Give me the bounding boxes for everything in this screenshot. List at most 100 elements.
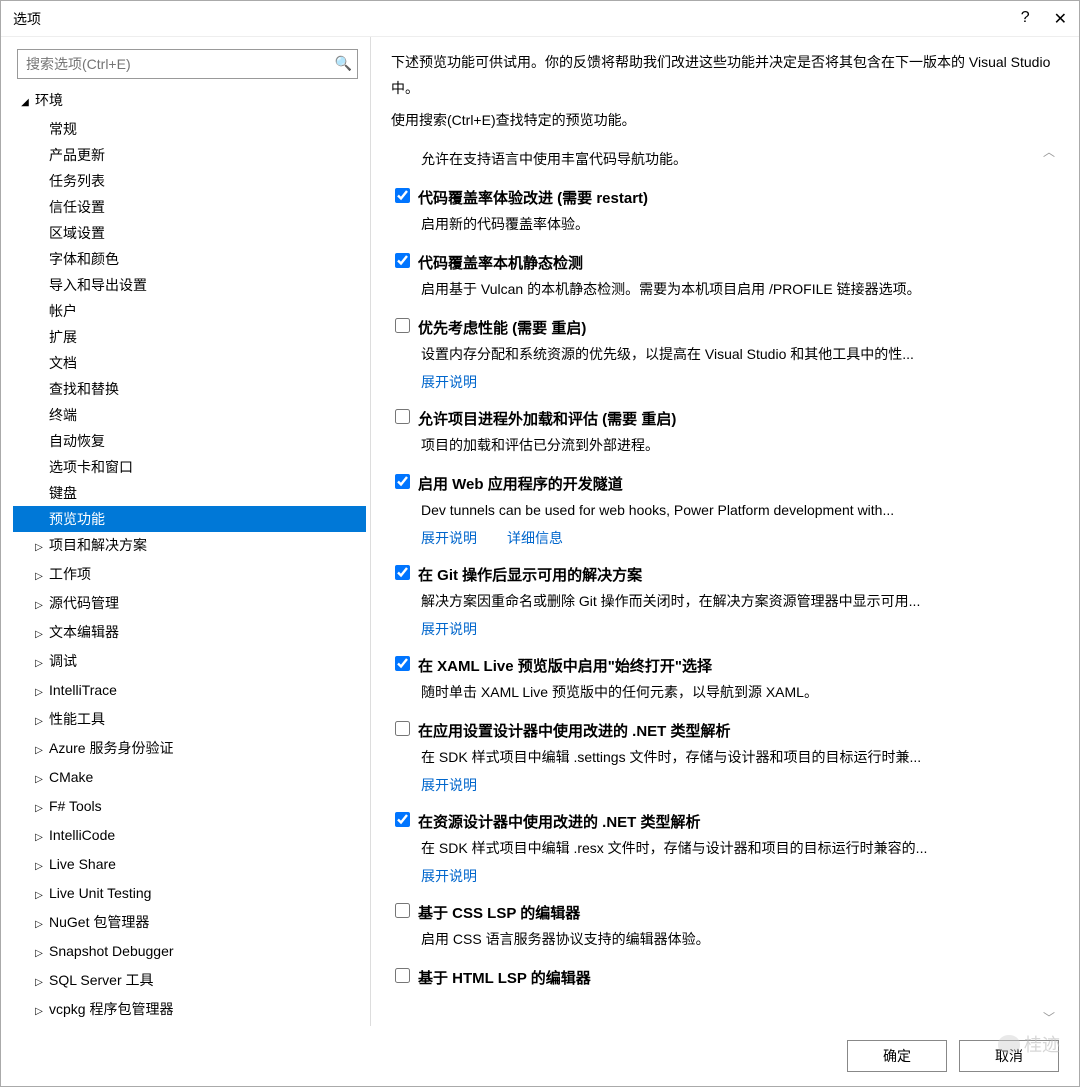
- tree-item-扩展[interactable]: 扩展: [13, 324, 366, 350]
- option-checkbox[interactable]: [395, 253, 410, 268]
- tree-item-CMake[interactable]: ▷CMake: [13, 764, 366, 793]
- close-icon[interactable]: ✕: [1054, 9, 1067, 29]
- option-checkbox[interactable]: [395, 656, 410, 671]
- option-item: 代码覆盖率本机静态检测启用基于 Vulcan 的本机静态检测。需要为本机项目启用…: [391, 250, 1049, 301]
- details-link[interactable]: 详细信息: [507, 530, 563, 546]
- option-title: 在 XAML Live 预览版中启用"始终打开"选择: [418, 655, 712, 676]
- option-title: 优先考虑性能 (需要 重启): [418, 317, 586, 338]
- tree-item-IntelliTrace[interactable]: ▷IntelliTrace: [13, 677, 366, 706]
- tree-item-Snapshot Debugger[interactable]: ▷Snapshot Debugger: [13, 938, 366, 967]
- option-description: 在 SDK 样式项目中编辑 .resx 文件时，存储与设计器和项目的目标运行时兼…: [395, 836, 1049, 860]
- option-item: 代码覆盖率体验改进 (需要 restart) 启用新的代码覆盖率体验。: [391, 185, 1049, 236]
- option-title: 代码覆盖率本机静态检测: [418, 252, 583, 273]
- expand-link[interactable]: 展开说明: [421, 374, 477, 390]
- expand-link[interactable]: 展开说明: [421, 868, 477, 884]
- option-description: 解决方案因重命名或删除 Git 操作而关闭时，在解决方案资源管理器中显示可用..…: [395, 589, 1049, 613]
- options-list[interactable]: 允许在支持语言中使用丰富代码导航功能。代码覆盖率体验改进 (需要 restart…: [391, 143, 1059, 1026]
- tree-item-调试[interactable]: ▷调试: [13, 648, 366, 677]
- tree-item-NuGet 包管理器[interactable]: ▷NuGet 包管理器: [13, 909, 366, 938]
- option-title: 代码覆盖率体验改进 (需要 restart): [418, 187, 648, 208]
- tree-item-Live Unit Testing[interactable]: ▷Live Unit Testing: [13, 880, 366, 909]
- option-description: 项目的加载和评估已分流到外部进程。: [395, 433, 1049, 457]
- option-checkbox[interactable]: [395, 721, 410, 736]
- tree-item-产品更新[interactable]: 产品更新: [13, 142, 366, 168]
- option-description: 随时单击 XAML Live 预览版中的任何元素，以导航到源 XAML。: [395, 680, 1049, 704]
- expand-link[interactable]: 展开说明: [421, 621, 477, 637]
- titlebar: 选项 ? ✕: [1, 1, 1079, 37]
- option-item: 基于 CSS LSP 的编辑器启用 CSS 语言服务器协议支持的编辑器体验。: [391, 900, 1049, 951]
- search-input[interactable]: [17, 49, 358, 79]
- intro-subtext: 使用搜索(Ctrl+E)查找特定的预览功能。: [391, 107, 1059, 133]
- expand-link[interactable]: 展开说明: [421, 777, 477, 793]
- button-bar: 确定 取消: [1, 1026, 1079, 1086]
- option-checkbox[interactable]: [395, 318, 410, 333]
- scroll-down-icon[interactable]: ﹀: [1043, 1009, 1055, 1026]
- tree-root-环境[interactable]: ◢环境: [13, 87, 366, 116]
- tree-item-任务列表[interactable]: 任务列表: [13, 168, 366, 194]
- scroll-up-icon[interactable]: ︿: [1043, 143, 1055, 160]
- tree-item-查找和替换[interactable]: 查找和替换: [13, 376, 366, 402]
- tree-item-信任设置[interactable]: 信任设置: [13, 194, 366, 220]
- option-item: 允许项目进程外加载和评估 (需要 重启) 项目的加载和评估已分流到外部进程。: [391, 406, 1049, 457]
- option-item: 在 XAML Live 预览版中启用"始终打开"选择随时单击 XAML Live…: [391, 653, 1049, 704]
- tree-item-终端[interactable]: 终端: [13, 402, 366, 428]
- tree-item-常规[interactable]: 常规: [13, 116, 366, 142]
- cancel-button[interactable]: 取消: [959, 1040, 1059, 1072]
- option-description: 启用 CSS 语言服务器协议支持的编辑器体验。: [395, 927, 1049, 951]
- tree-item-预览功能[interactable]: 预览功能: [13, 506, 366, 532]
- tree-item-Live Share[interactable]: ▷Live Share: [13, 851, 366, 880]
- intro-text: 下述预览功能可供试用。你的反馈将帮助我们改进这些功能并决定是否将其包含在下一版本…: [391, 49, 1059, 101]
- option-title: 基于 CSS LSP 的编辑器: [418, 902, 580, 923]
- tree-item-项目和解决方案[interactable]: ▷项目和解决方案: [13, 532, 366, 561]
- option-description: 在 SDK 样式项目中编辑 .settings 文件时，存储与设计器和项目的目标…: [395, 745, 1049, 769]
- sidebar: 🔍 ◢环境常规产品更新任务列表信任设置区域设置字体和颜色导入和导出设置帐户扩展文…: [1, 37, 371, 1026]
- option-description: 设置内存分配和系统资源的优先级，以提高在 Visual Studio 和其他工具…: [395, 342, 1049, 366]
- tree-item-字体和颜色[interactable]: 字体和颜色: [13, 246, 366, 272]
- option-title: 在 Git 操作后显示可用的解决方案: [418, 564, 642, 585]
- tree-item-工作项[interactable]: ▷工作项: [13, 561, 366, 590]
- option-title: 启用 Web 应用程序的开发隧道: [418, 473, 623, 494]
- option-checkbox[interactable]: [395, 968, 410, 983]
- expand-link[interactable]: 展开说明: [421, 530, 477, 546]
- option-title: 允许项目进程外加载和评估 (需要 重启): [418, 408, 676, 429]
- help-icon[interactable]: ?: [1021, 9, 1030, 29]
- option-checkbox[interactable]: [395, 409, 410, 424]
- option-item: 在 Git 操作后显示可用的解决方案解决方案因重命名或删除 Git 操作而关闭时…: [391, 562, 1049, 639]
- tree-view[interactable]: ◢环境常规产品更新任务列表信任设置区域设置字体和颜色导入和导出设置帐户扩展文档查…: [13, 87, 370, 1018]
- option-title: 基于 HTML LSP 的编辑器: [418, 967, 591, 988]
- tree-item-文档[interactable]: 文档: [13, 350, 366, 376]
- tree-item-帐户[interactable]: 帐户: [13, 298, 366, 324]
- ok-button[interactable]: 确定: [847, 1040, 947, 1072]
- window-title: 选项: [13, 9, 1021, 29]
- option-description: 允许在支持语言中使用丰富代码导航功能。: [395, 147, 1049, 171]
- tree-item-自动恢复[interactable]: 自动恢复: [13, 428, 366, 454]
- tree-item-区域设置[interactable]: 区域设置: [13, 220, 366, 246]
- tree-item-源代码管理[interactable]: ▷源代码管理: [13, 590, 366, 619]
- tree-item-文本编辑器[interactable]: ▷文本编辑器: [13, 619, 366, 648]
- option-description: 启用新的代码覆盖率体验。: [395, 212, 1049, 236]
- tree-item-SQL Server 工具[interactable]: ▷SQL Server 工具: [13, 967, 366, 996]
- option-description: Dev tunnels can be used for web hooks, P…: [395, 498, 1049, 522]
- tree-item-键盘[interactable]: 键盘: [13, 480, 366, 506]
- option-item: 基于 HTML LSP 的编辑器: [391, 965, 1049, 988]
- option-item: 允许在支持语言中使用丰富代码导航功能。: [391, 147, 1049, 171]
- tree-item-选项卡和窗口[interactable]: 选项卡和窗口: [13, 454, 366, 480]
- option-checkbox[interactable]: [395, 565, 410, 580]
- option-checkbox[interactable]: [395, 474, 410, 489]
- option-item: 优先考虑性能 (需要 重启) 设置内存分配和系统资源的优先级，以提高在 Visua…: [391, 315, 1049, 392]
- option-item: 在应用设置设计器中使用改进的 .NET 类型解析在 SDK 样式项目中编辑 .s…: [391, 718, 1049, 795]
- option-item: 启用 Web 应用程序的开发隧道 Dev tunnels can be used …: [391, 471, 1049, 548]
- search-icon[interactable]: 🔍: [335, 55, 352, 72]
- option-checkbox[interactable]: [395, 188, 410, 203]
- option-title: 在资源设计器中使用改进的 .NET 类型解析: [418, 811, 701, 832]
- tree-item-IntelliCode[interactable]: ▷IntelliCode: [13, 822, 366, 851]
- option-title: 在应用设置设计器中使用改进的 .NET 类型解析: [418, 720, 731, 741]
- tree-item-F# Tools[interactable]: ▷F# Tools: [13, 793, 366, 822]
- tree-item-性能工具[interactable]: ▷性能工具: [13, 706, 366, 735]
- tree-item-导入和导出设置[interactable]: 导入和导出设置: [13, 272, 366, 298]
- tree-item-Azure 服务身份验证[interactable]: ▷Azure 服务身份验证: [13, 735, 366, 764]
- tree-item-vcpkg 程序包管理器[interactable]: ▷vcpkg 程序包管理器: [13, 996, 366, 1018]
- option-checkbox[interactable]: [395, 812, 410, 827]
- option-item: 在资源设计器中使用改进的 .NET 类型解析在 SDK 样式项目中编辑 .res…: [391, 809, 1049, 886]
- option-checkbox[interactable]: [395, 903, 410, 918]
